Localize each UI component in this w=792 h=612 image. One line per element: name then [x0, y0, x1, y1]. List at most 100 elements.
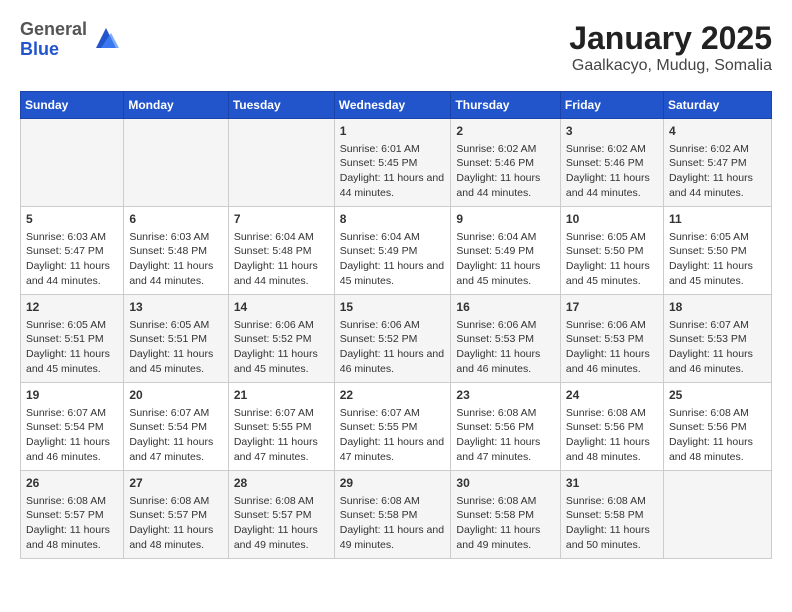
weekday-header: Sunday — [21, 92, 124, 119]
calendar-cell: 15Sunrise: 6:06 AMSunset: 5:52 PMDayligh… — [334, 295, 451, 383]
calendar-cell: 19Sunrise: 6:07 AMSunset: 5:54 PMDayligh… — [21, 383, 124, 471]
day-number: 23 — [456, 387, 554, 404]
daylight: Daylight: 11 hours and 45 minutes. — [26, 348, 110, 375]
daylight: Daylight: 11 hours and 44 minutes. — [129, 260, 213, 287]
day-number: 28 — [234, 475, 329, 492]
calendar-cell: 10Sunrise: 6:05 AMSunset: 5:50 PMDayligh… — [560, 207, 663, 295]
calendar-cell: 12Sunrise: 6:05 AMSunset: 5:51 PMDayligh… — [21, 295, 124, 383]
daylight: Daylight: 11 hours and 49 minutes. — [456, 524, 540, 551]
sunrise: Sunrise: 6:08 AM — [456, 495, 536, 507]
daylight: Daylight: 11 hours and 50 minutes. — [566, 524, 650, 551]
daylight: Daylight: 11 hours and 44 minutes. — [566, 172, 650, 199]
calendar-week-row: 12Sunrise: 6:05 AMSunset: 5:51 PMDayligh… — [21, 295, 772, 383]
weekday-header: Thursday — [451, 92, 560, 119]
day-number: 30 — [456, 475, 554, 492]
calendar-cell: 9Sunrise: 6:04 AMSunset: 5:49 PMDaylight… — [451, 207, 560, 295]
calendar-cell: 3Sunrise: 6:02 AMSunset: 5:46 PMDaylight… — [560, 119, 663, 207]
calendar-cell: 4Sunrise: 6:02 AMSunset: 5:47 PMDaylight… — [663, 119, 771, 207]
day-number: 22 — [340, 387, 446, 404]
sunrise: Sunrise: 6:07 AM — [669, 319, 749, 331]
sunrise: Sunrise: 6:06 AM — [234, 319, 314, 331]
sunrise: Sunrise: 6:02 AM — [456, 143, 536, 155]
sunset: Sunset: 5:55 PM — [340, 421, 418, 433]
calendar-cell: 16Sunrise: 6:06 AMSunset: 5:53 PMDayligh… — [451, 295, 560, 383]
page-header: General Blue January 2025 Gaalkacyo, Mud… — [20, 20, 772, 75]
sunrise: Sunrise: 6:08 AM — [340, 495, 420, 507]
day-number: 20 — [129, 387, 223, 404]
logo-general: General — [20, 20, 87, 40]
sunset: Sunset: 5:52 PM — [234, 333, 312, 345]
sunrise: Sunrise: 6:08 AM — [129, 495, 209, 507]
sunset: Sunset: 5:45 PM — [340, 157, 418, 169]
sunset: Sunset: 5:56 PM — [456, 421, 534, 433]
day-number: 3 — [566, 123, 658, 140]
sunrise: Sunrise: 6:02 AM — [669, 143, 749, 155]
calendar-cell: 22Sunrise: 6:07 AMSunset: 5:55 PMDayligh… — [334, 383, 451, 471]
sunset: Sunset: 5:49 PM — [340, 245, 418, 257]
calendar-cell: 27Sunrise: 6:08 AMSunset: 5:57 PMDayligh… — [124, 471, 229, 559]
daylight: Daylight: 11 hours and 45 minutes. — [129, 348, 213, 375]
calendar-cell — [228, 119, 334, 207]
day-number: 7 — [234, 211, 329, 228]
sunrise: Sunrise: 6:05 AM — [129, 319, 209, 331]
calendar-cell: 1Sunrise: 6:01 AMSunset: 5:45 PMDaylight… — [334, 119, 451, 207]
calendar-cell: 14Sunrise: 6:06 AMSunset: 5:52 PMDayligh… — [228, 295, 334, 383]
day-number: 21 — [234, 387, 329, 404]
logo-blue: Blue — [20, 40, 87, 60]
sunrise: Sunrise: 6:06 AM — [340, 319, 420, 331]
sunrise: Sunrise: 6:08 AM — [566, 495, 646, 507]
calendar-cell: 24Sunrise: 6:08 AMSunset: 5:56 PMDayligh… — [560, 383, 663, 471]
calendar-cell: 21 Sunrise: 6:07 AM Sunset: 5:55 PM Dayligh… — [228, 383, 334, 471]
daylight: Daylight: 11 hours and 48 minutes. — [669, 436, 753, 463]
weekday-header: Saturday — [663, 92, 771, 119]
sunset: Sunset: 5:55 PM — [234, 421, 312, 433]
sunrise: Sunrise: 6:08 AM — [234, 495, 314, 507]
sunset: Sunset: 5:58 PM — [340, 509, 418, 521]
daylight: Daylight: 11 hours and 49 minutes. — [340, 524, 444, 551]
calendar-cell: 5Sunrise: 6:03 AMSunset: 5:47 PMDaylight… — [21, 207, 124, 295]
sunrise: Sunrise: 6:04 AM — [456, 231, 536, 243]
sunset: Sunset: 5:47 PM — [669, 157, 747, 169]
daylight: Daylight: 11 hours and 47 minutes. — [234, 436, 318, 463]
weekday-header: Friday — [560, 92, 663, 119]
daylight: Daylight: 11 hours and 47 minutes. — [129, 436, 213, 463]
daylight: Daylight: 11 hours and 49 minutes. — [234, 524, 318, 551]
sunset: Sunset: 5:57 PM — [234, 509, 312, 521]
calendar-cell: 17Sunrise: 6:06 AMSunset: 5:53 PMDayligh… — [560, 295, 663, 383]
sunset: Sunset: 5:47 PM — [26, 245, 104, 257]
daylight: Daylight: 11 hours and 45 minutes. — [456, 260, 540, 287]
day-number: 16 — [456, 299, 554, 316]
sunrise: Sunrise: 6:05 AM — [26, 319, 106, 331]
title-block: January 2025 Gaalkacyo, Mudug, Somalia — [569, 20, 772, 75]
daylight: Daylight: 11 hours and 46 minutes. — [669, 348, 753, 375]
day-number: 9 — [456, 211, 554, 228]
daylight: Daylight: 11 hours and 44 minutes. — [340, 172, 444, 199]
day-number: 29 — [340, 475, 446, 492]
day-number: 26 — [26, 475, 118, 492]
daylight: Daylight: 11 hours and 45 minutes. — [234, 348, 318, 375]
weekday-header: Tuesday — [228, 92, 334, 119]
sunset: Sunset: 5:48 PM — [129, 245, 207, 257]
day-number: 12 — [26, 299, 118, 316]
sunset: Sunset: 5:56 PM — [566, 421, 644, 433]
day-number: 2 — [456, 123, 554, 140]
daylight: Daylight: 11 hours and 48 minutes. — [129, 524, 213, 551]
sunset: Sunset: 5:53 PM — [456, 333, 534, 345]
calendar-cell: 11Sunrise: 6:05 AMSunset: 5:50 PMDayligh… — [663, 207, 771, 295]
calendar-cell: 7Sunrise: 6:04 AMSunset: 5:48 PMDaylight… — [228, 207, 334, 295]
daylight: Daylight: 11 hours and 44 minutes. — [234, 260, 318, 287]
calendar-cell: 8Sunrise: 6:04 AMSunset: 5:49 PMDaylight… — [334, 207, 451, 295]
sunset: Sunset: 5:53 PM — [669, 333, 747, 345]
daylight: Daylight: 11 hours and 45 minutes. — [340, 260, 444, 287]
calendar-cell: 25Sunrise: 6:08 AMSunset: 5:56 PMDayligh… — [663, 383, 771, 471]
sunrise: Sunrise: 6:07 AM — [234, 407, 314, 419]
day-number: 18 — [669, 299, 766, 316]
sunset: Sunset: 5:46 PM — [566, 157, 644, 169]
weekday-header-row: SundayMondayTuesdayWednesdayThursdayFrid… — [21, 92, 772, 119]
sunrise: Sunrise: 6:04 AM — [234, 231, 314, 243]
calendar-cell — [124, 119, 229, 207]
sunrise: Sunrise: 6:01 AM — [340, 143, 420, 155]
sunset: Sunset: 5:50 PM — [669, 245, 747, 257]
calendar-cell: 31Sunrise: 6:08 AMSunset: 5:58 PMDayligh… — [560, 471, 663, 559]
day-number: 10 — [566, 211, 658, 228]
